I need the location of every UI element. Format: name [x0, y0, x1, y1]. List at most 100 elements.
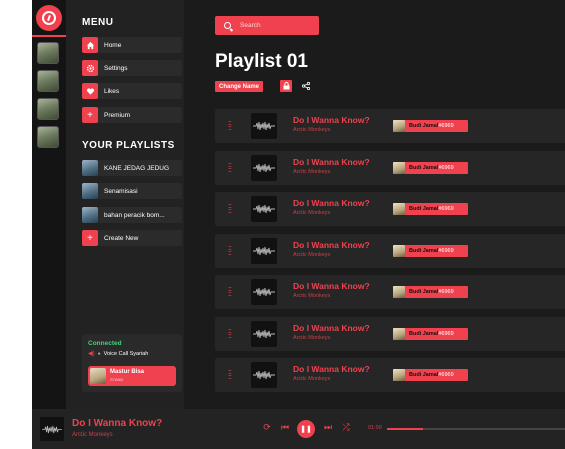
- track-title[interactable]: Do I Wanna Know?: [293, 364, 370, 374]
- added-by-name: Budi Jamal: [409, 247, 439, 254]
- server-avatar[interactable]: [37, 70, 59, 92]
- track-title[interactable]: Do I Wanna Know?: [293, 198, 370, 208]
- search-icon: [224, 22, 231, 29]
- sidebar-item-settings[interactable]: Settings: [82, 60, 182, 76]
- pause-icon: ❚❚: [300, 426, 312, 433]
- added-by-chip[interactable]: Budi Jamal#6969: [393, 120, 468, 132]
- now-playing-title: Do I Wanna Know?: [72, 418, 163, 429]
- drag-handle-icon[interactable]: ::::::: [228, 120, 232, 132]
- voice-user-name: Mastur Bisa: [110, 369, 145, 375]
- voice-connection-card: Connected ◀) ● Voice Call Syariah Mastur…: [82, 334, 182, 392]
- added-by-name: Budi Jamal: [409, 123, 439, 129]
- mic-icon: ●: [97, 350, 101, 357]
- sidebar-item-premium[interactable]: + Premium: [82, 107, 182, 123]
- playlist-thumbnail: [82, 207, 98, 223]
- sidebar-item-home[interactable]: Home: [82, 37, 182, 53]
- sidebar-item-label: Settings: [104, 64, 128, 72]
- voice-channel[interactable]: ◀) ● Voice Call Syariah: [88, 350, 149, 358]
- app-logo-icon[interactable]: [36, 5, 62, 31]
- avatar: [393, 161, 405, 174]
- sidebar-item-label: Home: [104, 41, 122, 49]
- track-title[interactable]: Do I Wanna Know?: [293, 157, 370, 167]
- track-artist[interactable]: Arctic Monkeys: [293, 335, 330, 341]
- added-by-chip[interactable]: Budi Jamal#6969: [393, 203, 468, 215]
- drag-handle-icon[interactable]: ::::::: [228, 162, 232, 174]
- server-avatar[interactable]: [37, 42, 59, 64]
- rail-divider: [32, 35, 66, 37]
- added-by-name: Budi Jamal: [409, 206, 439, 212]
- added-by-chip[interactable]: Budi Jamal#6969: [393, 369, 468, 381]
- added-by-chip[interactable]: Budi Jamal#6969: [393, 286, 468, 298]
- track-artist[interactable]: Arctic Monkeys: [293, 293, 330, 299]
- track-row[interactable]: :::::: Do I Wanna Know?Arctic Monkeys Budi…: [215, 150, 565, 185]
- server-rail: [32, 0, 66, 409]
- shuffle-icon[interactable]: ⤮: [339, 422, 353, 433]
- home-icon: [82, 37, 98, 53]
- voice-user[interactable]: Mastur Bisa STAND: [88, 366, 176, 386]
- track-artist[interactable]: Arctic Monkeys: [293, 169, 330, 175]
- track-row[interactable]: :::::: Do I Wanna Know?Arctic Monkeys Budi…: [215, 358, 565, 392]
- playlist-view: Search Playlist 01 Change Name :::::: Do …: [184, 0, 565, 409]
- track-artist[interactable]: Arctic Monkeys: [293, 210, 330, 216]
- share-icon[interactable]: [300, 80, 312, 92]
- drag-handle-icon[interactable]: ::::::: [228, 328, 232, 340]
- added-by-tag: #6969: [438, 206, 454, 212]
- added-by-tag: #6969: [438, 164, 454, 171]
- lock-icon[interactable]: [280, 80, 292, 92]
- album-art: [40, 417, 64, 441]
- track-row[interactable]: :::::: Do I Wanna Know?Arctic Monkeys Budi…: [215, 109, 565, 143]
- added-by-name: Budi Jamal: [409, 372, 439, 378]
- added-by-chip[interactable]: Budi Jamal#6969: [393, 244, 468, 257]
- change-name-button[interactable]: Change Name: [215, 81, 264, 92]
- heart-icon: [82, 83, 98, 99]
- progress-slider[interactable]: [387, 428, 565, 430]
- track-title[interactable]: Do I Wanna Know?: [293, 281, 370, 291]
- track-artist[interactable]: Arctic Monkeys: [293, 376, 330, 382]
- drag-handle-icon[interactable]: ::::::: [228, 245, 232, 257]
- player-bar: Do I Wanna Know? Arctic Monkeys ⟳ ⏮ ❚❚ ⏭…: [32, 409, 565, 449]
- avatar: [393, 203, 405, 215]
- gear-icon: [82, 60, 98, 76]
- track-artist[interactable]: Arctic Monkeys: [293, 127, 330, 133]
- track-row[interactable]: :::::: Do I Wanna Know?Arctic Monkeys Budi…: [215, 275, 565, 309]
- next-icon[interactable]: ⏭: [321, 422, 335, 433]
- track-artist[interactable]: Arctic Monkeys: [293, 252, 330, 258]
- search-input[interactable]: Search: [215, 16, 319, 35]
- track-title[interactable]: Do I Wanna Know?: [293, 115, 370, 125]
- track-artwork: [251, 279, 277, 305]
- track-row[interactable]: :::::: Do I Wanna Know?Arctic Monkeys Budi…: [215, 316, 565, 351]
- added-by-name: Budi Jamal: [409, 289, 439, 295]
- playlists-heading: YOUR PLAYLISTS: [82, 140, 175, 151]
- avatar: [90, 368, 106, 384]
- added-by-chip[interactable]: Budi Jamal#6969: [393, 161, 468, 174]
- track-artwork: [251, 113, 277, 139]
- voice-channel-name: Voice Call Syariah: [103, 350, 149, 357]
- menu-heading: MENU: [82, 17, 114, 28]
- previous-icon[interactable]: ⏮: [278, 422, 292, 433]
- added-by-chip[interactable]: Budi Jamal#6969: [393, 327, 468, 340]
- speaker-icon: ◀): [88, 351, 95, 357]
- drag-handle-icon[interactable]: ::::::: [228, 203, 232, 215]
- plus-icon: +: [82, 230, 98, 246]
- added-by-tag: #6969: [438, 247, 454, 254]
- drag-handle-icon[interactable]: ::::::: [228, 286, 232, 298]
- repeat-icon[interactable]: ⟳: [260, 422, 274, 433]
- track-artwork: [251, 154, 277, 181]
- server-avatar[interactable]: [37, 98, 59, 120]
- playlist-item[interactable]: bahan peracik bom...: [82, 207, 182, 223]
- track-row[interactable]: :::::: Do I Wanna Know?Arctic Monkeys Budi…: [215, 233, 565, 268]
- track-artwork: [251, 196, 277, 222]
- playlist-item-label: KANE JEDAG JEDUG: [104, 164, 170, 172]
- playlist-item[interactable]: Senamisasi: [82, 183, 182, 199]
- pause-button[interactable]: ❚❚: [297, 420, 315, 438]
- playlist-item-label: bahan peracik bom...: [104, 211, 165, 219]
- server-avatar[interactable]: [37, 126, 59, 148]
- create-playlist-button[interactable]: + Create New: [82, 230, 182, 246]
- playlist-item[interactable]: KANE JEDAG JEDUG: [82, 160, 182, 176]
- sidebar-item-likes[interactable]: Likes: [82, 83, 182, 99]
- added-by-tag: #6969: [438, 330, 454, 337]
- track-title[interactable]: Do I Wanna Know?: [293, 323, 370, 333]
- drag-handle-icon[interactable]: ::::::: [228, 369, 232, 381]
- track-title[interactable]: Do I Wanna Know?: [293, 240, 370, 250]
- track-row[interactable]: :::::: Do I Wanna Know?Arctic Monkeys Budi…: [215, 192, 565, 226]
